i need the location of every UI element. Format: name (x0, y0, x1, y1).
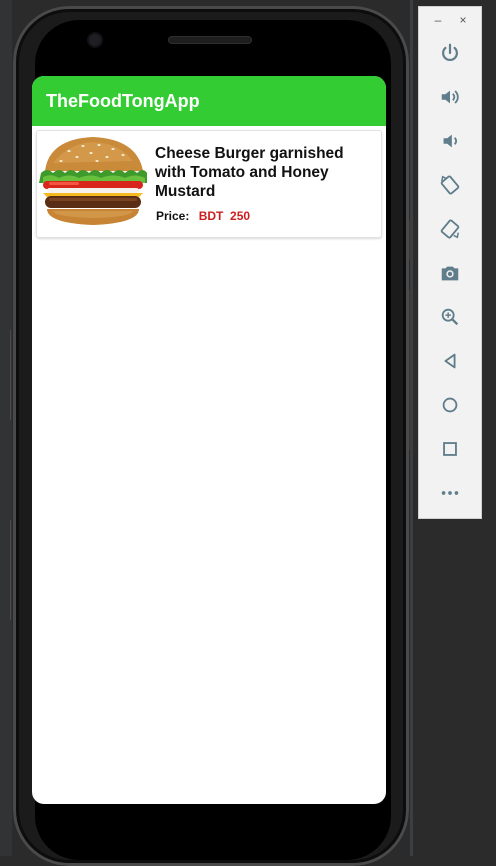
ide-gutter (0, 0, 12, 856)
rotate-right-icon[interactable] (438, 217, 462, 241)
back-icon[interactable] (438, 349, 462, 373)
app-title: TheFoodTongApp (46, 91, 200, 111)
home-icon[interactable] (438, 393, 462, 417)
ide-guide (10, 520, 11, 620)
price-row: Price: BDT 250 (156, 209, 250, 223)
more-icon[interactable] (438, 481, 462, 505)
food-item-name: Cheese Burger garnished with Tomato and … (155, 145, 344, 200)
price-label: Price: (156, 209, 190, 223)
app-screen: TheFoodTongApp Cheese Burger garnished w… (32, 76, 386, 804)
close-button[interactable]: × (456, 13, 470, 27)
volume-up-icon[interactable] (438, 85, 462, 109)
food-item-card[interactable]: Cheese Burger garnished with Tomato and … (36, 130, 382, 238)
zoom-icon[interactable] (438, 305, 462, 329)
rotate-left-icon[interactable] (438, 173, 462, 197)
earpiece-speaker (168, 36, 252, 44)
camera-icon[interactable] (438, 261, 462, 285)
volume-down-icon[interactable] (438, 129, 462, 153)
emulator-control-panel: – × (418, 6, 482, 519)
price-value: BDT 250 (198, 209, 251, 223)
cheeseburger-image (39, 133, 147, 233)
ide-guide (10, 330, 11, 420)
minimize-button[interactable]: – (431, 13, 445, 27)
front-camera (89, 34, 101, 46)
overview-icon[interactable] (438, 437, 462, 461)
power-icon[interactable] (438, 41, 462, 65)
app-bar: TheFoodTongApp (32, 76, 386, 126)
